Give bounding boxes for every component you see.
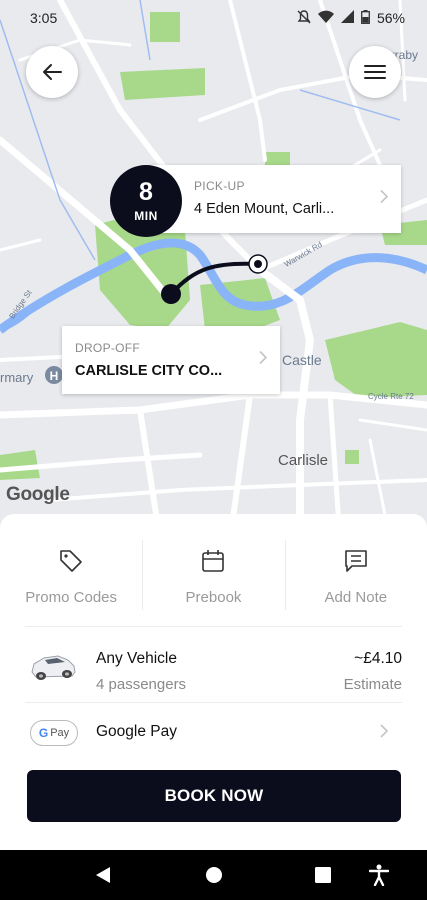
fare-estimate-label: Estimate	[343, 676, 402, 693]
system-navigation-bar	[0, 850, 427, 900]
hamburger-menu-icon	[364, 65, 386, 79]
pickup-address: 4 Eden Mount, Carli...	[194, 201, 335, 217]
divider	[25, 626, 402, 627]
eta-unit: MIN	[134, 208, 158, 223]
map-label-castle: Castle	[282, 352, 322, 368]
status-time: 3:05	[30, 10, 58, 26]
mute-icon	[297, 9, 311, 27]
note-icon	[343, 548, 369, 579]
payment-method-name: Google Pay	[96, 723, 177, 740]
chevron-right-icon	[259, 350, 268, 370]
wifi-icon	[317, 10, 334, 27]
menu-button[interactable]	[349, 46, 401, 98]
calendar-icon	[200, 548, 226, 579]
nav-home-button[interactable]	[191, 850, 237, 900]
svg-text:H: H	[50, 369, 59, 383]
chevron-right-icon	[380, 189, 389, 209]
fare-estimate: ~£4.10	[354, 650, 402, 667]
dropoff-card[interactable]: DROP-OFF CARLISLE CITY CO...	[62, 326, 280, 394]
pickup-label: PICK-UP	[194, 179, 245, 193]
add-note-label: Add Note	[324, 589, 388, 606]
accessibility-button[interactable]	[356, 850, 402, 900]
vehicle-option[interactable]: Any Vehicle 4 passengers ~£4.10 Estimate	[0, 632, 427, 702]
map-label-carlisle: Carlisle	[278, 452, 329, 469]
back-button[interactable]	[26, 46, 78, 98]
action-bar: Promo Codes Prebook Add Note	[0, 538, 427, 624]
book-now-button[interactable]: BOOK NOW	[27, 770, 401, 822]
chevron-right-icon	[380, 724, 389, 743]
vehicle-name: Any Vehicle	[96, 650, 177, 667]
eta-value: 8	[139, 177, 153, 206]
payment-method-selector[interactable]: G Pay Google Pay	[0, 706, 427, 762]
pickup-card[interactable]: PICK-UP 4 Eden Mount, Carli...	[150, 165, 401, 233]
booking-sheet: Promo Codes Prebook Add Note Any Vehicle…	[0, 514, 427, 850]
vehicle-passengers: 4 passengers	[96, 676, 187, 693]
map-label-cycle-route: Cycle Rte 72	[368, 392, 414, 401]
prebook-button[interactable]: Prebook	[142, 538, 284, 624]
promo-codes-label: Promo Codes	[25, 589, 118, 606]
home-circle-icon	[206, 867, 222, 883]
triangle-back-icon	[96, 867, 110, 883]
car-icon	[28, 650, 78, 689]
battery-icon	[361, 9, 370, 27]
google-attribution: Google	[6, 484, 70, 505]
nav-recents-button[interactable]	[300, 850, 346, 900]
prebook-label: Prebook	[185, 589, 242, 606]
eta-badge: 8 MIN	[110, 165, 182, 237]
cellular-signal-icon	[340, 10, 354, 26]
add-note-button[interactable]: Add Note	[284, 538, 427, 624]
dropoff-address: CARLISLE CITY CO...	[75, 363, 223, 379]
accessibility-icon	[369, 864, 389, 886]
tag-icon	[58, 548, 84, 579]
status-bar: 3:05 56%	[0, 0, 427, 36]
square-recents-icon	[315, 867, 331, 883]
promo-codes-button[interactable]: Promo Codes	[0, 538, 142, 624]
arrow-left-icon	[43, 64, 62, 80]
battery-percent: 56%	[376, 10, 405, 26]
nav-back-button[interactable]	[80, 850, 126, 900]
dropoff-label: DROP-OFF	[75, 341, 141, 355]
map-label-infirmary: rmary	[0, 370, 34, 385]
google-pay-icon: G Pay	[30, 720, 78, 746]
divider	[25, 702, 402, 703]
